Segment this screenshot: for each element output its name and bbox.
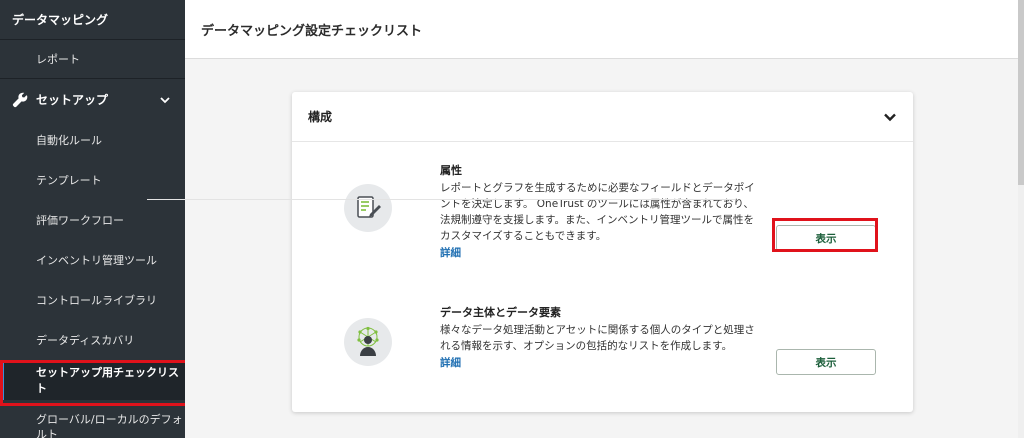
row-description: レポートとグラフを生成するために必要なフィールドとデータポイントを決定します。 … <box>440 182 755 242</box>
row-text: 属性 レポートとグラフを生成するために必要なフィールドとデータポイントを決定しま… <box>440 162 760 260</box>
sidebar-item-templates[interactable]: テンプレート <box>0 160 185 200</box>
sidebar-item-data-discovery[interactable]: データディスカバリ <box>0 320 185 360</box>
sidebar-item-global-local-defaults[interactable]: グローバル/ローカルのデフォルト <box>0 400 185 438</box>
view-button[interactable]: 表示 <box>776 225 876 251</box>
row-heading: 属性 <box>440 164 462 177</box>
list-item-data-subjects: データ主体とデータ要素 様々なデータ処理活動とアセットに関係する個人のタイプと処… <box>292 300 913 410</box>
sidebar: データマッピング レポート セットアップ 自動化ルール テンプレート 評価ワーク… <box>0 0 185 438</box>
wrench-icon <box>12 92 28 107</box>
view-button[interactable]: 表示 <box>776 349 876 375</box>
document-edit-icon <box>344 184 392 232</box>
person-network-icon <box>344 318 392 366</box>
page-title: データマッピング設定チェックリスト <box>201 23 423 39</box>
sidebar-item-control-library[interactable]: コントロールライブラリ <box>0 280 185 320</box>
sidebar-section-setup[interactable]: セットアップ <box>0 78 185 120</box>
row-text: データ主体とデータ要素 様々なデータ処理活動とアセットに関係する個人のタイプと処… <box>440 304 760 370</box>
sidebar-item-report[interactable]: レポート <box>0 40 185 78</box>
page-header: データマッピング設定チェックリスト <box>185 0 1024 59</box>
row-description: 様々なデータ処理活動とアセットに関係する個人のタイプと処理される情報を示す、オプ… <box>440 324 755 352</box>
details-link[interactable]: 詳細 <box>440 355 760 370</box>
list-item-attributes: 属性 レポートとグラフを生成するために必要なフィールドとデータポイントを決定しま… <box>292 156 913 296</box>
sidebar-item-assessment-workflow[interactable]: 評価ワークフロー <box>0 200 185 240</box>
scrollbar-thumb[interactable] <box>1018 0 1024 185</box>
sidebar-header[interactable]: データマッピング <box>0 0 185 40</box>
chevron-down-icon[interactable] <box>159 94 171 106</box>
row-heading: データ主体とデータ要素 <box>440 306 561 319</box>
sidebar-section-label: セットアップ <box>36 93 109 107</box>
sidebar-item-automation-rules[interactable]: 自動化ルール <box>0 120 185 160</box>
scrollbar[interactable] <box>1018 0 1024 438</box>
row-divider <box>147 199 735 200</box>
configuration-card: 構成 属性 レポートとグラフを生成するために必要なフィールドとデータポイントを決… <box>292 92 913 412</box>
chevron-down-icon[interactable] <box>883 110 897 124</box>
card-header[interactable]: 構成 <box>292 92 913 142</box>
card-title: 構成 <box>308 110 333 124</box>
sidebar-item-inventory-manager[interactable]: インベントリ管理ツール <box>0 240 185 280</box>
details-link[interactable]: 詳細 <box>440 245 760 260</box>
sidebar-item-setup-checklist[interactable]: セットアップ用チェックリスト <box>0 360 185 406</box>
